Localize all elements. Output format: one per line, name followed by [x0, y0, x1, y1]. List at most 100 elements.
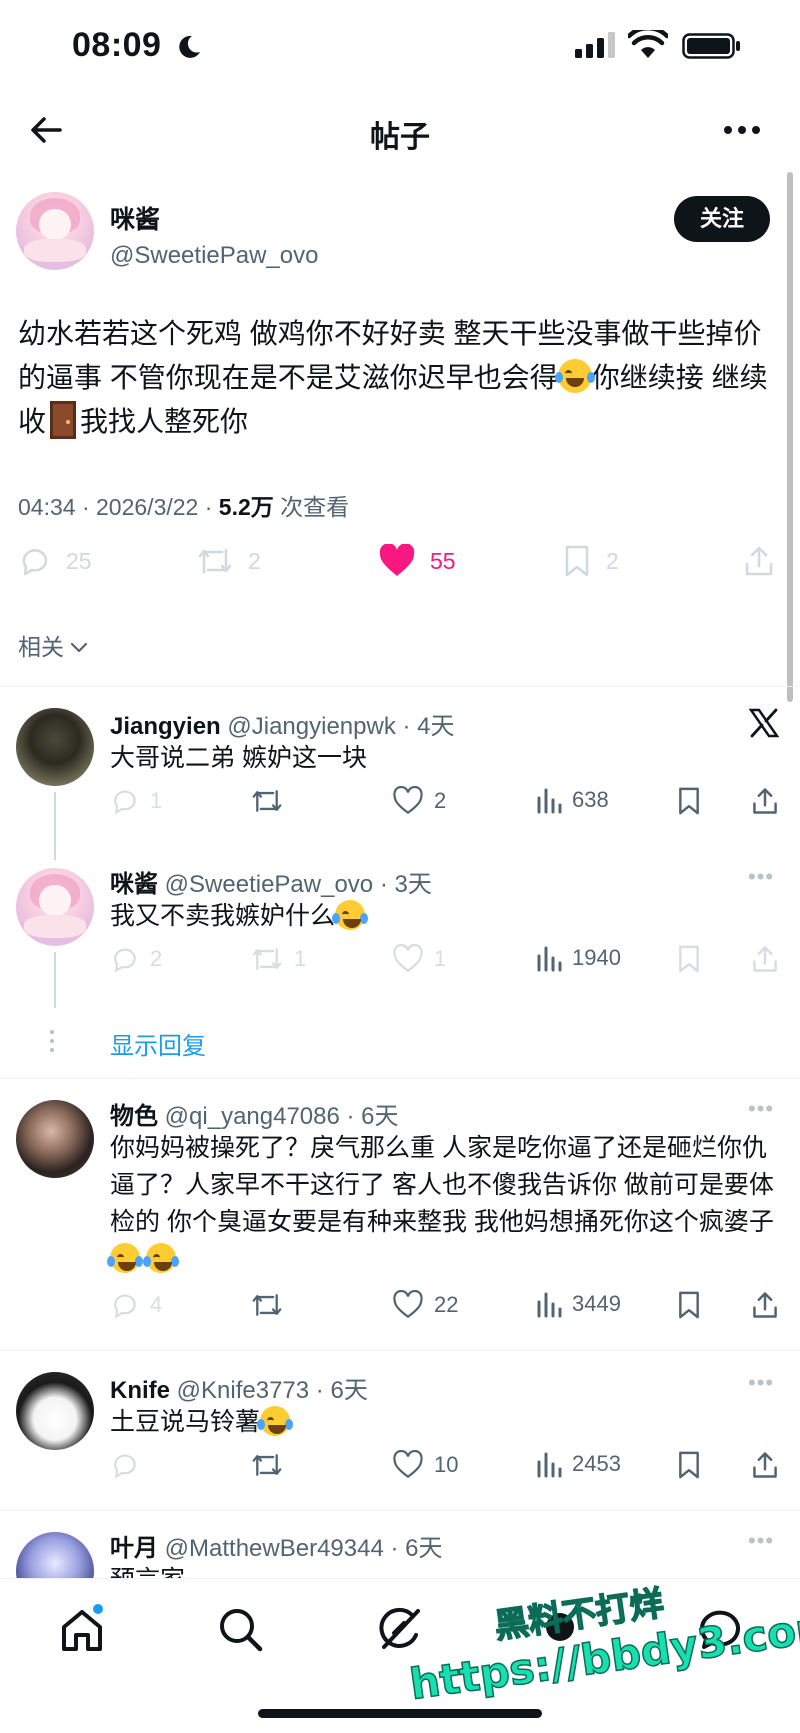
bookmark-button[interactable]: [676, 1290, 702, 1320]
divider: [0, 1350, 800, 1351]
like-button[interactable]: 10: [392, 1450, 458, 1480]
analytics-icon: [537, 1292, 562, 1318]
like-button[interactable]: 22: [392, 1290, 458, 1320]
post-date: 2026/3/22: [96, 494, 199, 520]
tears-of-joy-emoji-icon: [332, 900, 369, 930]
analytics-icon: [537, 1452, 562, 1478]
more-options-icon[interactable]: •••: [748, 1096, 774, 1122]
heart-icon: [393, 944, 423, 973]
reply-button[interactable]: 2: [110, 944, 162, 974]
search-icon[interactable]: [210, 1599, 270, 1659]
divider: [0, 1510, 800, 1511]
share-button[interactable]: [750, 944, 780, 974]
heart-icon: [393, 786, 423, 815]
repost-count: 2: [248, 547, 261, 574]
post-actions: 25 2 55 2: [0, 544, 800, 590]
views-button[interactable]: 2453: [536, 1450, 621, 1478]
home-indicator: [258, 1709, 542, 1718]
more-options-icon[interactable]: •••: [748, 864, 774, 890]
avatar[interactable]: [16, 1372, 94, 1450]
post-author[interactable]: 咪酱 @SweetiePaw_ovo: [110, 200, 318, 270]
more-options-icon[interactable]: •••: [748, 1528, 774, 1554]
author-avatar[interactable]: [16, 192, 94, 270]
related-toggle[interactable]: 相关: [18, 628, 88, 662]
door-emoji-icon: [50, 401, 77, 439]
bookmark-button[interactable]: [676, 1450, 702, 1480]
scrollbar[interactable]: [787, 172, 793, 702]
share-icon: [753, 1292, 777, 1318]
avatar[interactable]: [16, 868, 94, 946]
reply-actions: 4 22 3449: [110, 1290, 790, 1330]
reply-button[interactable]: [110, 1450, 140, 1480]
reply-text: 大哥说二弟 嫉妒这一块: [110, 744, 367, 772]
repost-button[interactable]: 1: [250, 944, 306, 974]
reply-age: 4天: [417, 713, 455, 740]
show-replies-link[interactable]: 显示回复: [110, 1026, 206, 1061]
more-options-icon[interactable]: [720, 110, 764, 150]
reply-author-handle: @SweetiePaw_ovo: [164, 871, 374, 898]
tears-of-joy-emoji-icon: [107, 1243, 143, 1273]
reply-age: 3天: [394, 871, 432, 898]
like-button[interactable]: 55: [378, 544, 456, 578]
repost-button[interactable]: [250, 786, 294, 816]
reply-button[interactable]: 4: [110, 1290, 162, 1320]
cellular-signal-icon: [575, 32, 615, 58]
reply-button[interactable]: 1: [110, 786, 162, 816]
home-icon[interactable]: [52, 1599, 112, 1659]
repost-icon: [252, 1294, 282, 1316]
post-text-3: 我找人整死你: [80, 406, 249, 437]
repost-button[interactable]: [250, 1290, 284, 1320]
bookmark-icon: [679, 787, 699, 815]
avatar[interactable]: [16, 708, 94, 786]
post-views: 5.2万: [218, 494, 274, 520]
repost-icon: [198, 548, 232, 574]
thread-dots: [50, 1030, 54, 1057]
top-nav: 帖子: [0, 96, 800, 164]
reply-author-handle: @Jiangyienpwk: [227, 713, 396, 740]
repost-button[interactable]: [250, 1450, 284, 1480]
reply-header: 咪酱 @SweetiePaw_ovo · 3天: [110, 871, 432, 898]
share-button[interactable]: [750, 786, 780, 816]
bookmark-button[interactable]: 2: [562, 544, 619, 578]
post-body: 幼水若若这个死鸡 做鸡你不好好卖 整天干些没事做干些掉价的逼事 不管你现在是不是…: [18, 312, 778, 444]
analytics-icon: [537, 946, 562, 972]
reply-icon: [114, 790, 136, 815]
like-button[interactable]: 2: [392, 786, 446, 816]
tears-of-joy-emoji-icon: [143, 1243, 179, 1273]
reply-author-handle: @qi_yang47086: [164, 1103, 340, 1130]
share-button[interactable]: [750, 1290, 780, 1320]
wifi-icon: [628, 30, 668, 58]
share-button[interactable]: [750, 1450, 780, 1480]
share-icon: [753, 946, 777, 972]
share-button[interactable]: [742, 544, 776, 578]
reply-author-name[interactable]: 物色: [110, 1103, 158, 1130]
heart-icon: [393, 1450, 423, 1479]
reply-text: 土豆说马铃薯: [110, 1404, 786, 1441]
reply-header: Jiangyien @Jiangyienpwk · 4天: [110, 713, 455, 740]
bookmark-button[interactable]: [676, 786, 702, 816]
share-icon: [753, 1452, 777, 1478]
reply-text: 你妈妈被操死了？戾气那么重 人家是吃你逼了还是砸烂你仇逼了？人家早不干这行了 客…: [107, 1130, 786, 1278]
reply-button[interactable]: 25: [18, 544, 92, 578]
status-bar: 08:09: [0, 0, 800, 96]
like-button[interactable]: 1: [392, 944, 446, 974]
more-options-icon[interactable]: •••: [748, 1370, 774, 1396]
thread-line: [54, 952, 56, 1008]
reply-author-name[interactable]: 叶月: [110, 1535, 158, 1562]
reply-actions: 1 2 638: [110, 786, 790, 826]
heart-icon: [393, 1290, 423, 1319]
related-label: 相关: [18, 634, 64, 660]
follow-button[interactable]: 关注: [674, 196, 770, 242]
reply-author-name[interactable]: Jiangyien: [110, 713, 221, 740]
avatar[interactable]: [16, 1100, 94, 1178]
reply-actions: 10 2453: [110, 1450, 790, 1490]
post-time: 04:34: [18, 494, 76, 520]
reply-author-name[interactable]: Knife: [110, 1377, 170, 1404]
repost-button[interactable]: 2: [196, 544, 261, 578]
bookmark-button[interactable]: [676, 944, 702, 974]
views-button[interactable]: 3449: [536, 1290, 621, 1318]
author-handle: @SweetiePaw_ovo: [110, 242, 319, 269]
views-button[interactable]: 638: [536, 786, 609, 814]
views-button[interactable]: 1940: [536, 944, 621, 972]
reply-author-name[interactable]: 咪酱: [110, 871, 158, 898]
